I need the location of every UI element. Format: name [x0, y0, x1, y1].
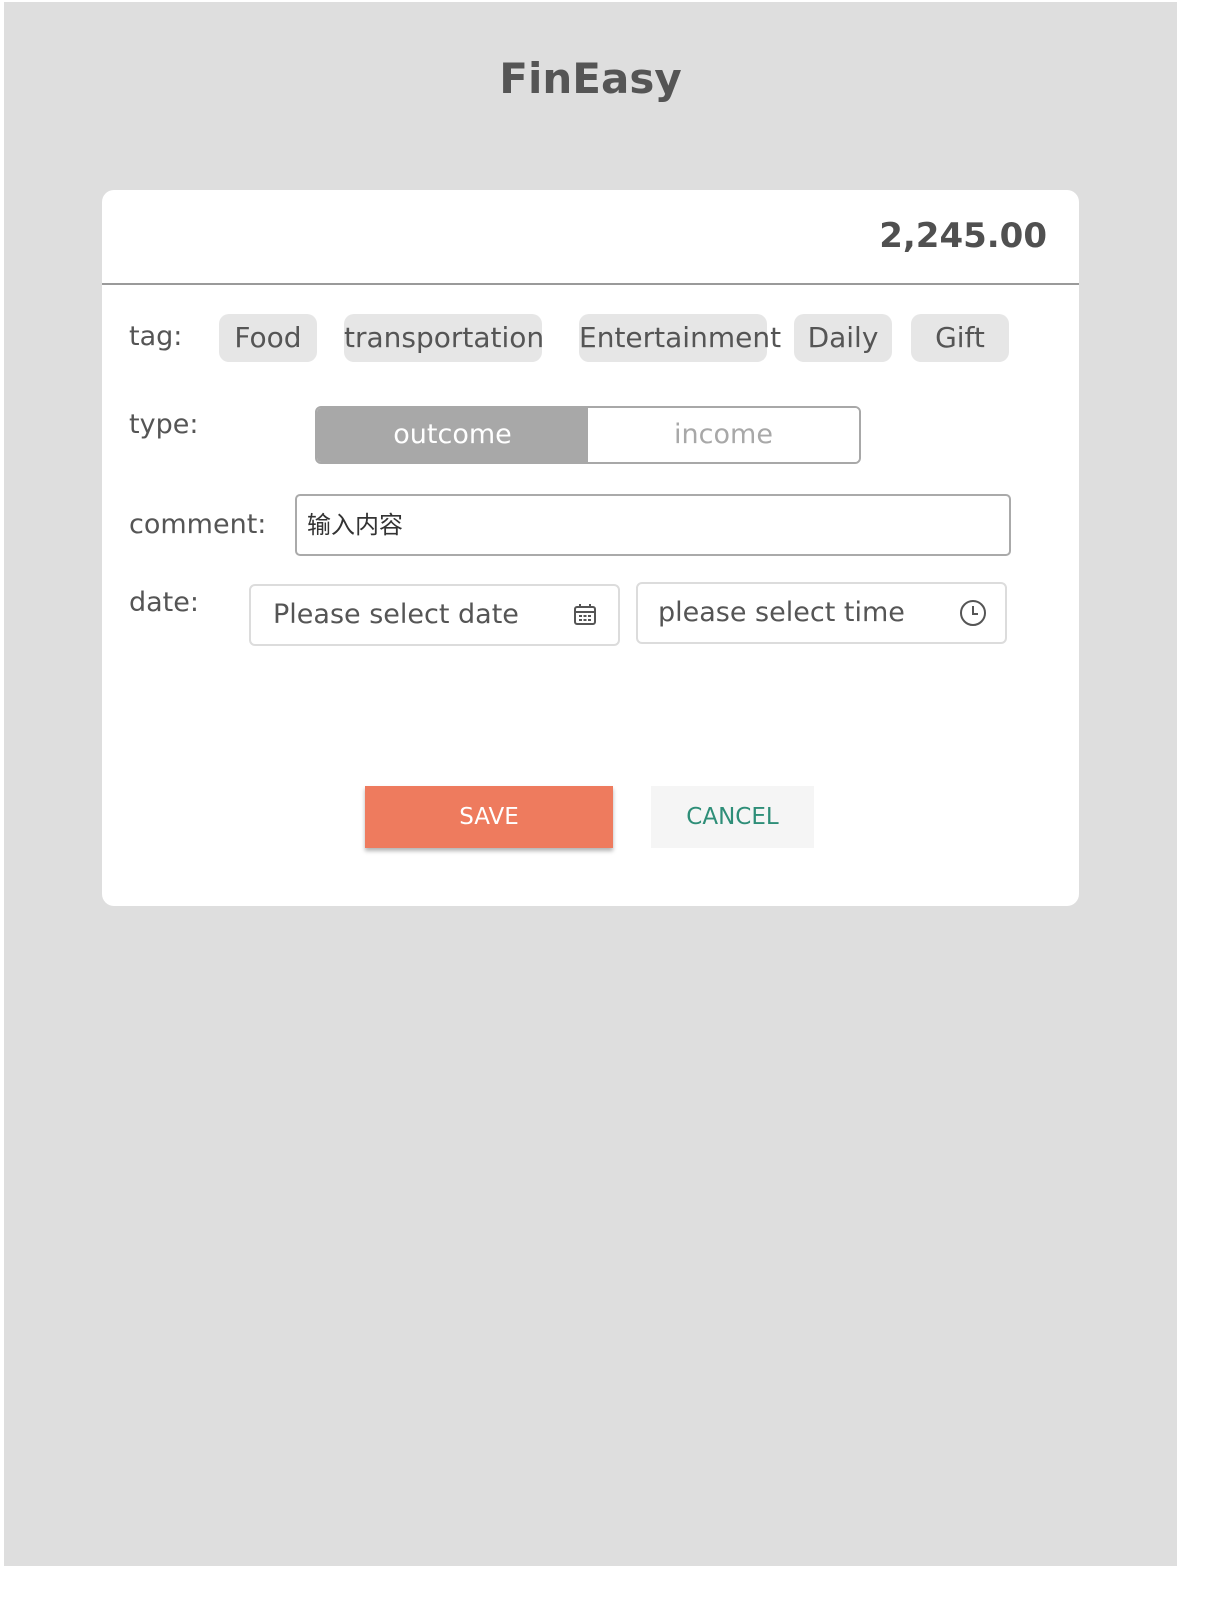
amount-display: 2,245.00: [102, 190, 1079, 285]
tag-chip-transportation[interactable]: transportation: [344, 314, 544, 362]
app-frame: FinEasy 2,245.00 tag: Food transportatio…: [4, 2, 1177, 1566]
cancel-button[interactable]: CANCEL: [651, 786, 814, 848]
comment-input[interactable]: [295, 494, 1011, 556]
type-toggle: outcome income: [315, 406, 861, 464]
tag-chip-entertainment[interactable]: Entertainment: [579, 314, 781, 362]
tag-chip-food[interactable]: Food: [219, 314, 317, 362]
tag-label: tag:: [129, 321, 183, 352]
tag-chip-daily[interactable]: Daily: [794, 314, 892, 362]
date-placeholder: Please select date: [273, 599, 519, 630]
type-option-outcome[interactable]: outcome: [317, 408, 588, 462]
time-placeholder: please select time: [658, 597, 905, 628]
comment-label: comment:: [129, 509, 267, 540]
tag-chip-gift[interactable]: Gift: [911, 314, 1009, 362]
type-option-income[interactable]: income: [588, 408, 859, 462]
date-label: date:: [129, 587, 199, 618]
date-picker[interactable]: Please select date: [249, 584, 620, 646]
app-title: FinEasy: [499, 54, 682, 103]
amount-value: 2,245.00: [879, 216, 1047, 256]
type-label: type:: [129, 409, 199, 440]
calendar-icon: [571, 601, 599, 629]
clock-icon: [959, 599, 987, 627]
save-button[interactable]: SAVE: [365, 786, 613, 848]
time-picker[interactable]: please select time: [636, 582, 1007, 644]
record-card: 2,245.00 tag: Food transportation Entert…: [102, 190, 1079, 906]
